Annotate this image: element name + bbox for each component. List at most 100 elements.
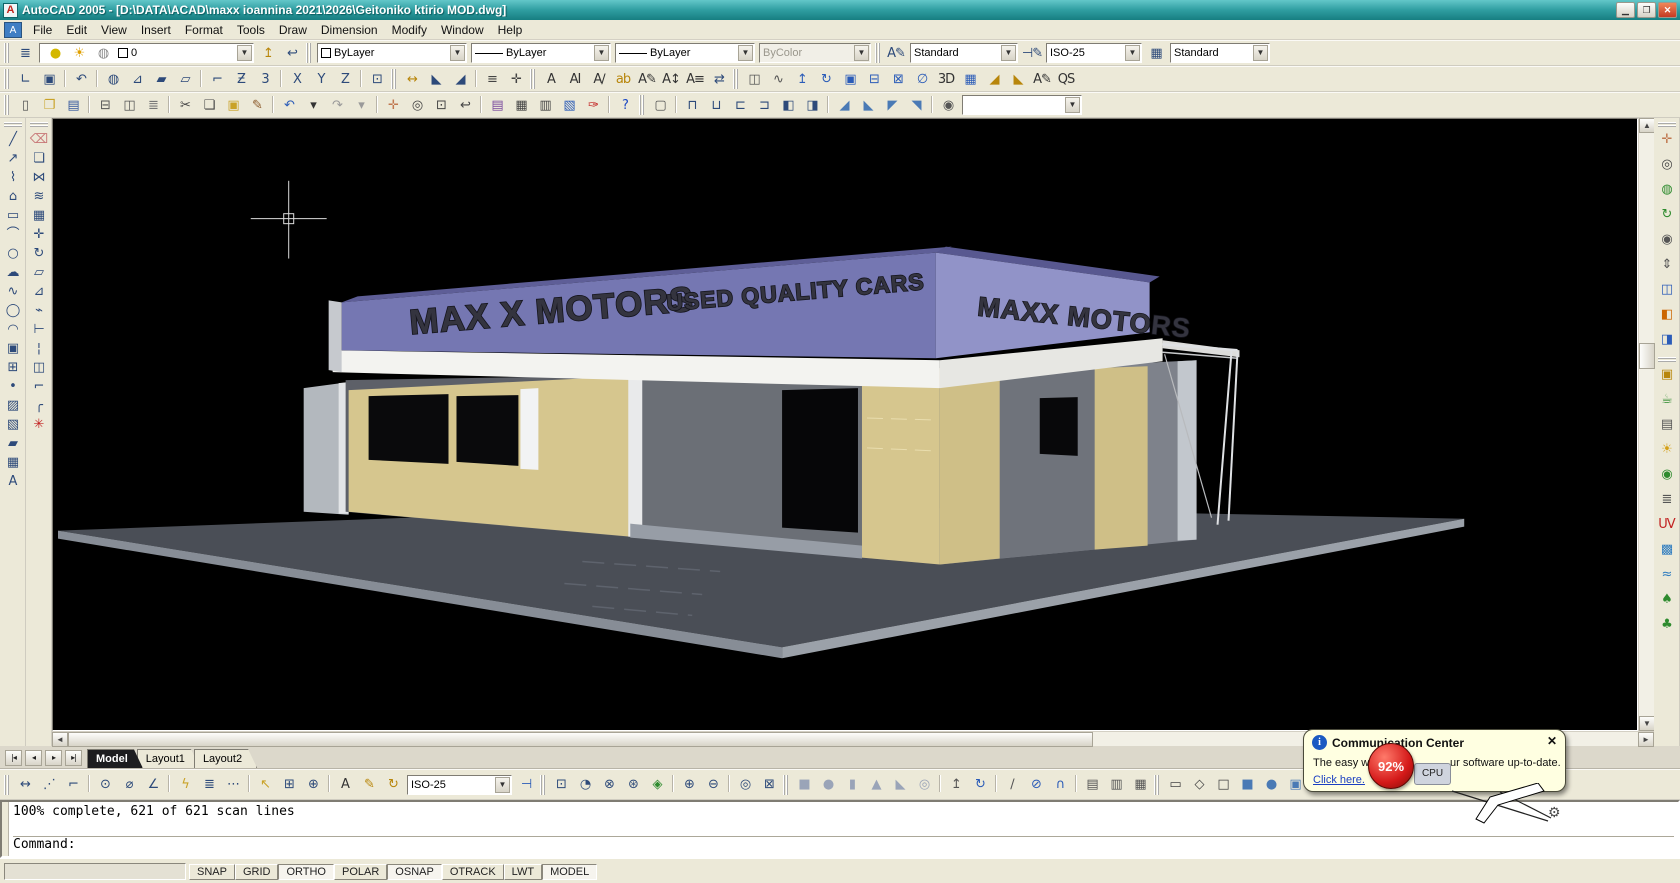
sw-isometric-view-icon[interactable]: ◢ xyxy=(833,95,855,115)
polyline-icon[interactable]: ⌇ xyxy=(2,168,23,187)
interfere-solid-icon[interactable]: ∩ xyxy=(1049,775,1071,795)
menu-window[interactable]: Window xyxy=(434,21,491,39)
render-icon[interactable]: ▣ xyxy=(1656,365,1677,384)
toolbar-grip[interactable] xyxy=(30,122,48,127)
dimension-update-icon[interactable]: ↻ xyxy=(382,775,404,795)
plot-preview-icon[interactable]: ◫ xyxy=(118,95,140,115)
landscape-new-icon[interactable]: ♠ xyxy=(1656,590,1677,609)
render-preferences-icon[interactable]: ☕ xyxy=(1656,390,1677,409)
edit-attribute-icon[interactable]: A✎ xyxy=(1031,69,1053,89)
array-icon[interactable]: ▦ xyxy=(28,206,49,225)
toolbar-grip[interactable] xyxy=(733,69,738,89)
landscape-edit-icon[interactable]: ♣ xyxy=(1656,615,1677,634)
break-icon[interactable]: ◫ xyxy=(28,358,49,377)
dropdown-arrow-icon[interactable]: ▼ xyxy=(1065,97,1080,113)
bottom-view-icon[interactable]: ⊔ xyxy=(705,95,727,115)
front-view-icon[interactable]: ◧ xyxy=(777,95,799,115)
zoom-icon[interactable]: ◎ xyxy=(1656,155,1677,174)
ucs-y-icon[interactable]: Y xyxy=(310,69,332,89)
ucs-previous-icon[interactable]: ↶ xyxy=(70,69,92,89)
linetype-combo[interactable]: ByLayer ▼ xyxy=(471,43,611,63)
dropdown-arrow-icon[interactable]: ▼ xyxy=(594,45,609,61)
fillet-icon[interactable]: ╭ xyxy=(28,396,49,415)
ucs-named-icon[interactable]: ▣ xyxy=(38,69,60,89)
toolbar-grip[interactable] xyxy=(4,775,9,795)
2d-wireframe-icon[interactable]: ▭ xyxy=(1164,775,1186,795)
toolbar-grip[interactable] xyxy=(875,43,880,63)
box-icon[interactable]: ■ xyxy=(793,775,815,795)
ellipse-arc-icon[interactable]: ◠ xyxy=(2,320,23,339)
interfere-icon[interactable]: ∅ xyxy=(911,69,933,89)
horizontal-scroll-thumb[interactable] xyxy=(68,732,1093,747)
ucs-zaxis-icon[interactable]: Ƶ xyxy=(230,69,252,89)
copy-object-icon[interactable]: ❏ xyxy=(28,149,49,168)
ucs-x-icon[interactable]: X xyxy=(286,69,308,89)
materials-icon[interactable]: ◉ xyxy=(1656,465,1677,484)
scroll-down-icon[interactable]: ▼ xyxy=(1639,716,1655,731)
erase-icon[interactable]: ⌫ xyxy=(28,130,49,149)
match-properties-icon[interactable]: ✎ xyxy=(246,95,268,115)
3d-surfaces-icon[interactable]: 3D xyxy=(935,69,957,89)
undo-dropdown-icon[interactable]: ▾ xyxy=(302,95,324,115)
revolve-icon[interactable]: ↻ xyxy=(815,69,837,89)
vertical-scroll-track[interactable] xyxy=(1639,133,1654,716)
zoom-window-flyout-icon[interactable]: ⊡ xyxy=(430,95,452,115)
menu-view[interactable]: View xyxy=(94,21,134,39)
ucs-world-icon[interactable]: ◍ xyxy=(102,69,124,89)
cut-icon[interactable]: ✂ xyxy=(174,95,196,115)
text-style-icon[interactable]: A✎ xyxy=(636,69,658,89)
ucs-3point-icon[interactable]: 3 xyxy=(254,69,276,89)
torus-icon[interactable]: ◎ xyxy=(913,775,935,795)
zoom-center-icon[interactable]: ⊛ xyxy=(622,775,644,795)
aligned-dimension-icon[interactable]: ⋰ xyxy=(38,775,60,795)
zoom-extents-icon[interactable]: ⊠ xyxy=(758,775,780,795)
multiline-text-draw-icon[interactable]: A xyxy=(2,472,23,491)
tool-palettes-icon[interactable]: ▥ xyxy=(534,95,556,115)
sheet-set-manager-icon[interactable]: ▧ xyxy=(558,95,580,115)
ruled-surface-icon[interactable]: ◢ xyxy=(983,69,1005,89)
dropdown-arrow-icon[interactable]: ▼ xyxy=(1001,45,1016,61)
toolbar-grip[interactable] xyxy=(1658,357,1676,362)
scroll-up-icon[interactable]: ▲ xyxy=(1639,118,1655,133)
zoom-scale-icon[interactable]: ⊗ xyxy=(598,775,620,795)
explode-icon[interactable]: ✳ xyxy=(28,415,49,434)
view-combo[interactable]: ▼ xyxy=(962,95,1082,115)
dropdown-arrow-icon[interactable]: ▼ xyxy=(450,45,465,61)
zoom-all-icon[interactable]: ◎ xyxy=(734,775,756,795)
menu-file[interactable]: File xyxy=(26,21,59,39)
sphere-icon[interactable]: ● xyxy=(817,775,839,795)
ucs-face-icon[interactable]: ▰ xyxy=(150,69,172,89)
zoom-realtime-icon[interactable]: ◎ xyxy=(406,95,428,115)
menu-help[interactable]: Help xyxy=(491,21,530,39)
ucs-object-icon[interactable]: ⊿ xyxy=(126,69,148,89)
ucs-z-icon[interactable]: Z xyxy=(334,69,356,89)
last-tab-icon[interactable]: ▸| xyxy=(65,750,82,766)
quick-dimension-icon[interactable]: ϟ xyxy=(174,775,196,795)
nw-isometric-view-icon[interactable]: ◥ xyxy=(905,95,927,115)
convert-space-icon[interactable]: ⇄ xyxy=(708,69,730,89)
quick-select-icon[interactable]: QS xyxy=(1055,69,1077,89)
named-views-icon[interactable]: ▢ xyxy=(649,95,671,115)
edit-text-icon[interactable]: A∕ xyxy=(588,69,610,89)
restore-button[interactable]: ❐ xyxy=(1637,2,1656,18)
dimension-style-icon[interactable]: ⊣ xyxy=(515,775,537,795)
section-icon[interactable]: ⊘ xyxy=(1025,775,1047,795)
subtract-icon[interactable]: ⊟ xyxy=(863,69,885,89)
revolve-solid-icon[interactable]: ↻ xyxy=(969,775,991,795)
toolbar-grip[interactable] xyxy=(4,43,9,63)
layer-lock-icon[interactable]: ◍ xyxy=(92,43,114,63)
zoom-out-icon[interactable]: ⊖ xyxy=(702,775,724,795)
insert-block-icon[interactable]: ▣ xyxy=(2,339,23,358)
toolbar-grip[interactable] xyxy=(1154,775,1159,795)
flat-shaded-icon[interactable]: ■ xyxy=(1236,775,1258,795)
zoom-previous-icon[interactable]: ↩ xyxy=(454,95,476,115)
ucs-origin-icon[interactable]: ⌐ xyxy=(206,69,228,89)
zoom-object-icon[interactable]: ◈ xyxy=(646,775,668,795)
make-object-layer-current-icon[interactable]: ↥ xyxy=(257,43,279,63)
quick-leader-icon[interactable]: ↖ xyxy=(254,775,276,795)
layer-freeze-icon[interactable]: ☀ xyxy=(68,43,90,63)
table-style-combo[interactable]: Standard ▼ xyxy=(1170,43,1270,63)
fog-icon[interactable]: ≈ xyxy=(1656,565,1677,584)
status-toggle-lwt[interactable]: LWT xyxy=(504,864,542,880)
toolbar-grip[interactable] xyxy=(783,775,788,795)
